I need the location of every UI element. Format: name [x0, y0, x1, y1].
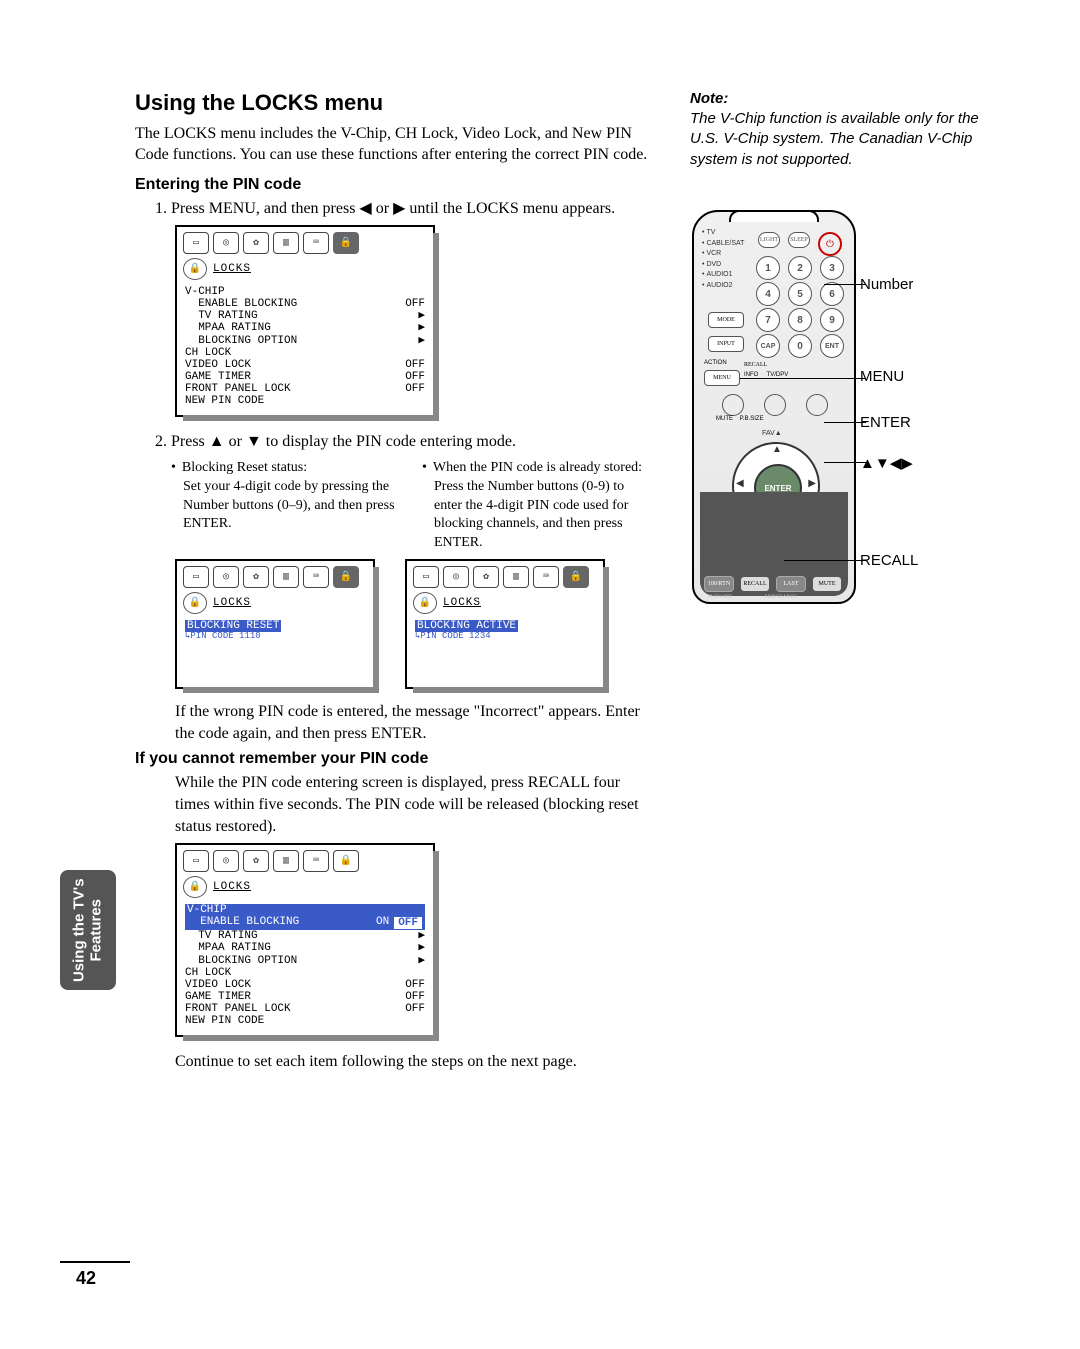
page-title: Using the LOCKS menu [135, 90, 655, 116]
osd-blocking-active: ▭ ◎ ✿ ▥ ⌨ 🔒 🔒 LOCKS BLOCKING ACTIVE ↳PIN… [405, 559, 605, 689]
section-tab: Using the TV'sFeatures [60, 870, 116, 990]
page-rule [60, 1261, 130, 1263]
osd-tab-icon: ▥ [273, 850, 299, 872]
callout-recall: RECALL [860, 552, 918, 569]
num-btn: 4 [756, 282, 780, 306]
num-btn: 7 [756, 308, 780, 332]
osd-tab-icon: ⌨ [303, 232, 329, 254]
remote-btn [806, 394, 828, 416]
remote-btn: SLEEP [788, 232, 810, 248]
callout-menu: MENU [860, 368, 904, 385]
step-2: 2. Press ▲ or ▼ to display the PIN code … [155, 431, 655, 453]
osd-blocking-reset: ▭ ◎ ✿ ▥ ⌨ 🔒 🔒 LOCKS BLOCKING RESET ↳PIN … [175, 559, 375, 689]
osd-tab-icon: ▭ [413, 566, 439, 588]
osd-tab-icon: ✿ [243, 850, 269, 872]
down-arrow-icon: ▼ [246, 433, 262, 450]
remote-btn: ENT [820, 334, 844, 358]
right-arrow-icon: ▶ [393, 200, 405, 217]
mode-btn: MODE [708, 312, 744, 328]
osd-tab-icon: ▭ [183, 232, 209, 254]
remote-btn [764, 394, 786, 416]
osd-tab-icon: ▭ [183, 566, 209, 588]
remote-btn: LIGHT [758, 232, 780, 248]
intro-text: The LOCKS menu includes the V-Chip, CH L… [135, 124, 655, 166]
section-heading: If you cannot remember your PIN code [135, 750, 655, 768]
lock-icon: 🔒 [183, 876, 207, 898]
bullet-head: When the PIN code is already stored: [433, 459, 642, 478]
osd-tab-icon: ◎ [443, 566, 469, 588]
num-btn: 8 [788, 308, 812, 332]
device-label: AUDIO1 [702, 270, 744, 281]
remote-btn: LAST [776, 576, 806, 592]
osd-tab-icon: ⌨ [303, 566, 329, 588]
num-btn: 9 [820, 308, 844, 332]
num-btn: 0 [788, 334, 812, 358]
menu-btn: MENU [704, 370, 740, 386]
device-label: TV [702, 228, 744, 239]
remote-btn: MUTE [812, 576, 842, 592]
osd-locks-menu: ▭ ◎ ✿ ▥ ⌨ 🔒 🔒 LOCKS V-CHIP ENABLE BLOCKI… [175, 225, 435, 417]
osd-tab-icon: ⌨ [303, 850, 329, 872]
osd-tab-icon: ⌨ [533, 566, 559, 588]
osd-tab-icon: ▥ [273, 566, 299, 588]
callout-arrows: ▲▼◀▶ [860, 454, 913, 472]
device-label: AUDIO2 [702, 281, 744, 292]
bullet-body: Set your 4-digit code by pressing the Nu… [171, 478, 404, 535]
sub-bullets: •Blocking Reset status: Set your 4-digit… [171, 459, 655, 553]
label: FAV▲ [762, 430, 782, 437]
device-label: CABLE/SAT [702, 239, 744, 250]
callout-enter: ENTER [860, 414, 911, 431]
osd-tab-icon: ◎ [213, 850, 239, 872]
wrong-pin-text: If the wrong PIN code is entered, the me… [175, 701, 655, 744]
note-heading: Note: [690, 90, 990, 107]
lock-icon: 🔒 [183, 258, 207, 280]
input-btn: INPUT [708, 336, 744, 352]
osd-tab-icon: ◎ [213, 566, 239, 588]
osd-tab-icon: ▥ [503, 566, 529, 588]
step-1: 1. Press MENU, and then press ◀ or ▶ unt… [155, 198, 655, 220]
bullet-head: Blocking Reset status: [182, 459, 307, 478]
continue-text: Continue to set each item following the … [175, 1051, 655, 1073]
osd-tab-icon: ✿ [243, 566, 269, 588]
osd-tab-icon: ◎ [213, 232, 239, 254]
num-btn: 3 [820, 256, 844, 280]
recall-btn: RECALL [740, 576, 770, 592]
num-btn: 6 [820, 282, 844, 306]
device-label: VCR [702, 249, 744, 260]
lock-icon: 🔒 [333, 566, 359, 588]
bullet-body: Press the Number buttons (0-9) to enter … [422, 478, 655, 554]
callout-number: Number [860, 276, 913, 293]
remote-btn: CAP [756, 334, 780, 358]
remote-illustration: TV CABLE/SAT VCR DVD AUDIO1 AUDIO2 LIGHT… [692, 210, 856, 604]
osd-tab-icon: ✿ [473, 566, 499, 588]
num-btn: 1 [756, 256, 780, 280]
left-arrow-icon: ◀ [359, 200, 371, 217]
label: ACTION [704, 360, 727, 366]
osd-tab-icon: ▭ [183, 850, 209, 872]
power-icon: ⏻ [818, 232, 842, 256]
forgot-body: While the PIN code entering screen is di… [175, 772, 655, 837]
page-number: 42 [76, 1268, 96, 1289]
osd-tab-icon: ✿ [243, 232, 269, 254]
note-body: The V-Chip function is available only fo… [690, 109, 990, 170]
remote-btn [722, 394, 744, 416]
label: MUTE P.B.SIZE [716, 416, 764, 422]
device-label: DVD [702, 260, 744, 271]
label: RECALL [744, 362, 767, 368]
osd-title: LOCKS [213, 263, 251, 275]
recall-btn: 100/RTN [704, 576, 734, 592]
lock-icon: 🔒 [183, 592, 207, 614]
osd-tab-icon: ▥ [273, 232, 299, 254]
num-btn: 2 [788, 256, 812, 280]
osd-locks-menu-reset: ▭ ◎ ✿ ▥ ⌨ 🔒 🔒 LOCKS V-CHIP ENABLE BLOCKI… [175, 843, 435, 1037]
lock-icon: 🔒 [333, 850, 359, 872]
lock-icon: 🔒 [563, 566, 589, 588]
lock-icon: 🔒 [413, 592, 437, 614]
up-arrow-icon: ▲ [209, 433, 225, 450]
label: SLOW/DIR SKIP/SEARCH [708, 595, 797, 600]
num-btn: 5 [788, 282, 812, 306]
lock-icon: 🔒 [333, 232, 359, 254]
section-heading: Entering the PIN code [135, 176, 655, 194]
